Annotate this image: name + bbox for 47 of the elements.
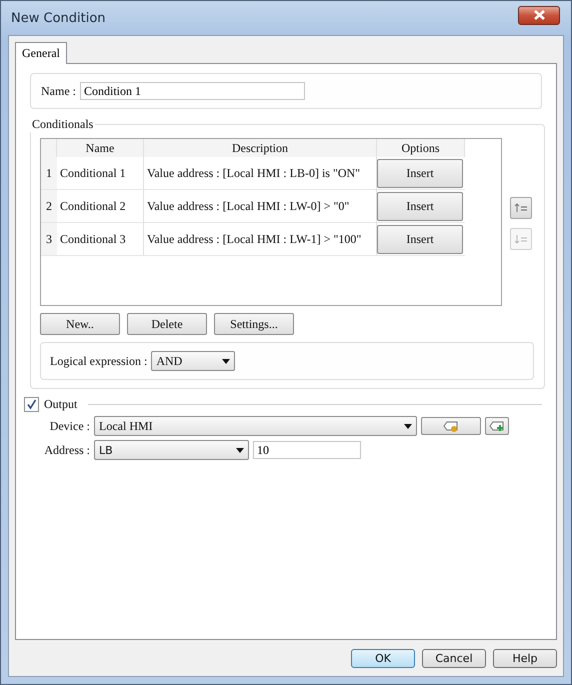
dialog-button[interactable]: Cancel [422,649,486,668]
arrow-down-list-icon [514,234,528,244]
table-cell: Conditional 3 [57,223,144,256]
caret-icon [222,358,230,364]
group-title: Conditionals [31,117,94,132]
table-cell: Value address : [Local HMI : LW-1] > "100" [144,223,377,256]
tab[interactable]: General [15,42,67,64]
tag-icon [443,420,459,432]
field-label: Name : [41,84,76,98]
column-header: Name [57,139,144,157]
table-cell: Conditional 2 [57,190,144,223]
caret-icon [404,424,412,428]
address-type-dropdown[interactable]: LB [94,440,249,460]
field-label: Address : [43,442,90,458]
device-dropdown[interactable]: Local HMI [94,416,417,436]
caret-icon [236,448,244,452]
close-button[interactable] [518,6,560,24]
table-cell: Value address : [Local HMI : LW-0] > "0" [144,190,377,223]
row-number: 3 [41,223,57,256]
address-field[interactable]: 10 [253,441,361,459]
checkbox-label: Output [44,397,78,412]
action-button[interactable]: New.. [40,313,120,335]
insert-button[interactable]: Insert [377,224,463,254]
name-field[interactable]: Condition 1 [80,82,305,100]
output-checkbox[interactable] [24,397,39,412]
field-label: Logical expression : [50,354,148,368]
row-number: 2 [41,190,57,223]
arrow-up-list-icon [514,203,528,213]
logic-dropdown[interactable]: AND [151,351,236,371]
field-label: Device : [48,418,90,434]
action-button[interactable]: Delete [127,313,207,335]
table-cell: Conditional 1 [57,157,144,190]
table-cell: Value address : [Local HMI : LB-0] is "ON" [144,157,377,190]
dialog-button[interactable]: Help [493,649,557,668]
column-header: Options [377,139,465,157]
add-tag-button[interactable] [485,417,509,435]
dialog-button[interactable]: OK [351,649,415,668]
add-tag-icon [489,420,505,432]
row-number: 1 [41,157,57,190]
window-title: New Condition [11,10,106,26]
insert-button[interactable]: Insert [377,158,463,188]
insert-button[interactable]: Insert [377,192,463,220]
close-icon [534,10,544,20]
move-up-button[interactable] [510,197,532,219]
column-header: Description [144,139,377,157]
tag-icon-button[interactable] [421,417,481,435]
action-button[interactable]: Settings... [214,313,294,335]
